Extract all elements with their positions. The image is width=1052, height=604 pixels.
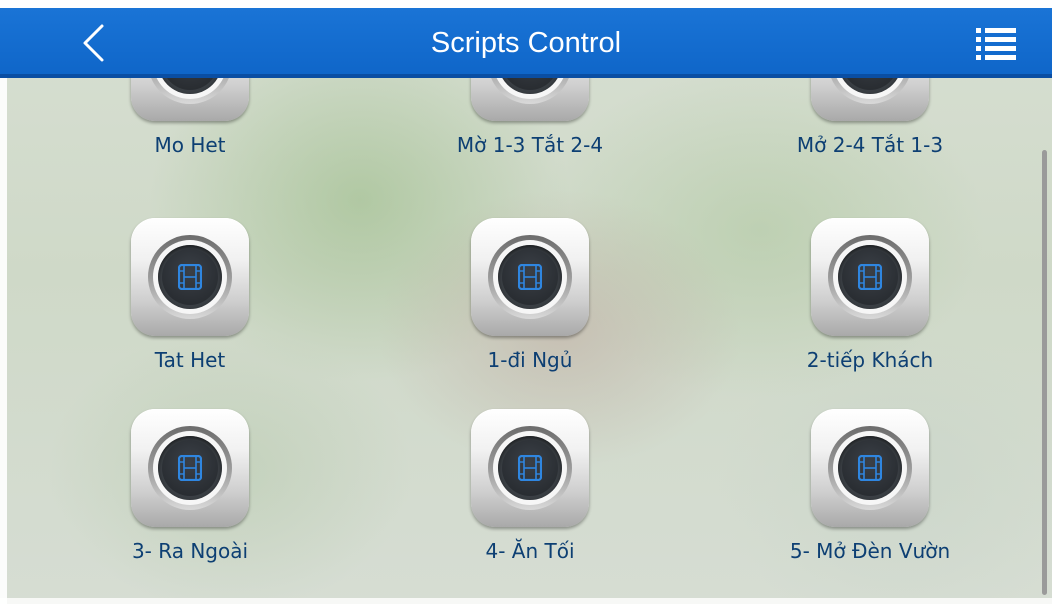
script-tile[interactable]: Mở 2-4 Tắt 1-3	[750, 78, 990, 157]
script-tile[interactable]: Mờ 1-3 Tắt 2-4	[410, 78, 650, 157]
scrollbar[interactable]	[1042, 150, 1047, 595]
script-button[interactable]	[131, 218, 249, 336]
script-button[interactable]	[471, 78, 589, 121]
header-bar: Scripts Control	[0, 8, 1052, 78]
chevron-left-icon	[83, 24, 104, 62]
script-label: 4- Ăn Tối	[485, 539, 575, 563]
script-label: 5- Mở Đèn Vườn	[789, 539, 951, 563]
script-label: 1-đi Ngủ	[487, 348, 573, 372]
script-label: Mo Het	[154, 133, 226, 157]
script-button[interactable]	[811, 409, 929, 527]
film-icon	[178, 264, 202, 290]
scripts-control-screen: Scripts Control Mo Het Mờ 1-3 Tắt 2-4 Mở…	[0, 0, 1052, 604]
film-icon	[858, 264, 882, 290]
script-tile[interactable]: 4- Ăn Tối	[410, 409, 650, 563]
script-tile[interactable]: Mo Het	[70, 78, 310, 157]
film-icon	[518, 264, 542, 290]
script-label: 3- Ra Ngoài	[131, 539, 249, 563]
film-icon	[178, 455, 202, 481]
bottom-frame	[0, 598, 1052, 604]
script-button[interactable]	[811, 218, 929, 336]
script-button[interactable]	[471, 409, 589, 527]
scripts-grid: Mo Het Mờ 1-3 Tắt 2-4 Mở 2-4 Tắt 1-3 Tat…	[7, 78, 1037, 598]
script-button[interactable]	[131, 78, 249, 121]
list-menu-icon	[976, 28, 1016, 60]
page-title: Scripts Control	[430, 27, 622, 59]
script-tile[interactable]: 3- Ra Ngoài	[70, 409, 310, 563]
film-icon	[858, 455, 882, 481]
script-tile[interactable]: 2-tiếp Khách	[750, 218, 990, 372]
left-frame	[0, 78, 7, 604]
script-label: 2-tiếp Khách	[806, 348, 934, 372]
back-button[interactable]	[72, 18, 122, 68]
script-tile[interactable]: 5- Mở Đèn Vườn	[750, 409, 990, 563]
menu-button[interactable]	[972, 22, 1020, 64]
script-label: Mở 2-4 Tắt 1-3	[796, 133, 944, 157]
script-tile[interactable]: Tat Het	[70, 218, 310, 372]
script-button[interactable]	[471, 218, 589, 336]
status-strip	[0, 0, 1052, 8]
script-tile[interactable]: 1-đi Ngủ	[410, 218, 650, 372]
script-label: Mờ 1-3 Tắt 2-4	[456, 133, 604, 157]
script-label: Tat Het	[154, 348, 226, 372]
script-button[interactable]	[131, 409, 249, 527]
film-icon	[518, 455, 542, 481]
script-button[interactable]	[811, 78, 929, 121]
